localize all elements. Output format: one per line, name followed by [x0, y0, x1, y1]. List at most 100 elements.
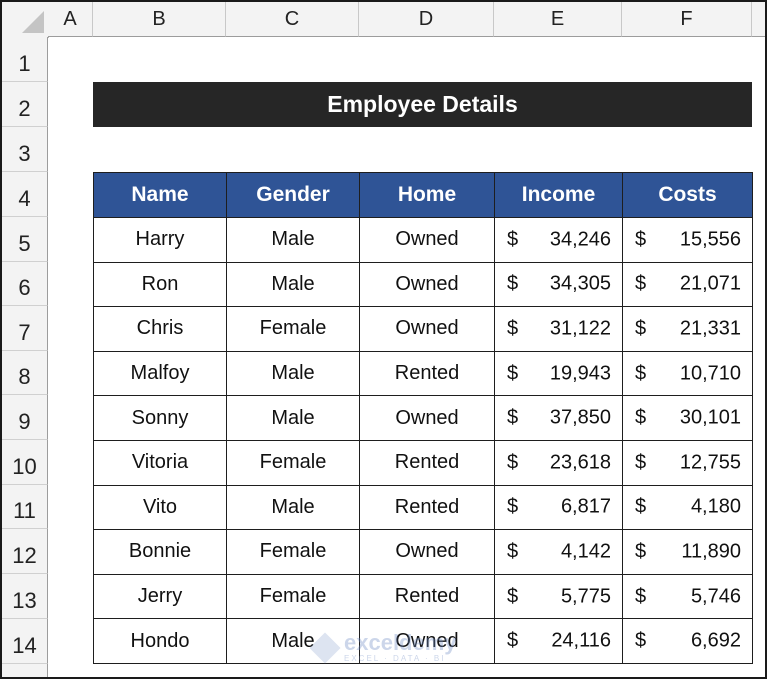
column-header-f[interactable]: F — [622, 2, 752, 37]
row-header-8[interactable]: 8 — [2, 351, 48, 395]
row-header-12[interactable]: 12 — [2, 529, 48, 574]
column-header-e[interactable]: E — [494, 2, 622, 37]
table-row: Sonny Male Owned $37,850 $30,101 — [93, 395, 753, 441]
cell-costs[interactable]: $10,710 — [622, 350, 753, 397]
row-header-13[interactable]: 13 — [2, 574, 48, 619]
row-header-1[interactable]: 1 — [2, 37, 48, 82]
table-row: Ron Male Owned $34,305 $21,071 — [93, 261, 753, 308]
currency-symbol: $ — [635, 362, 647, 385]
cell-home[interactable]: Rented — [359, 350, 495, 397]
cell-gender[interactable]: Male — [226, 484, 360, 531]
cell-name[interactable]: Bonnie — [93, 529, 227, 575]
amount-costs: 11,890 — [681, 540, 741, 563]
cell-costs[interactable]: $12,755 — [622, 439, 753, 486]
cell-costs[interactable]: $5,746 — [622, 573, 753, 620]
table-row: Jerry Female Rented $5,775 $5,746 — [93, 573, 753, 620]
cell-home[interactable]: Owned — [359, 618, 495, 664]
cell-income[interactable]: $34,305 — [494, 261, 623, 308]
cell-name[interactable]: Jerry — [93, 573, 227, 620]
row-header-14[interactable]: 14 — [2, 619, 48, 664]
row-header-4[interactable]: 4 — [2, 172, 48, 217]
cell-name[interactable]: Hondo — [93, 618, 227, 664]
cell-name[interactable]: Vitoria — [93, 439, 227, 486]
header-gender[interactable]: Gender — [226, 172, 360, 218]
currency-symbol: $ — [635, 451, 647, 474]
cell-income[interactable]: $19,943 — [494, 350, 623, 397]
cell-home[interactable]: Owned — [359, 306, 495, 352]
cell-gender[interactable]: Male — [226, 618, 360, 664]
row-header-9[interactable]: 9 — [2, 395, 48, 440]
header-home[interactable]: Home — [359, 172, 495, 218]
column-header-c[interactable]: C — [226, 2, 359, 37]
cell-costs[interactable]: $21,071 — [622, 261, 753, 308]
amount-costs: 4,180 — [690, 495, 741, 518]
cell-name[interactable]: Harry — [93, 217, 227, 263]
amount-costs: 5,746 — [690, 585, 741, 608]
currency-symbol: $ — [507, 362, 519, 385]
select-all-button[interactable] — [2, 2, 49, 38]
row-header-10[interactable]: 10 — [2, 440, 48, 485]
table-row: Harry Male Owned $34,246 $15,556 — [93, 217, 753, 263]
cell-income[interactable]: $24,116 — [494, 618, 623, 664]
cell-name[interactable]: Chris — [93, 306, 227, 352]
cell-costs[interactable]: $21,331 — [622, 306, 753, 352]
row-header-6[interactable]: 6 — [2, 262, 48, 306]
cell-home[interactable]: Owned — [359, 395, 495, 441]
row-header-11[interactable]: 11 — [2, 485, 48, 529]
cell-gender[interactable]: Male — [226, 350, 360, 397]
cell-income[interactable]: $34,246 — [494, 217, 623, 263]
table-header-row: Name Gender Home Income Costs — [93, 172, 753, 218]
cell-income[interactable]: $4,142 — [494, 529, 623, 575]
row-header-5[interactable]: 5 — [2, 217, 48, 262]
amount-income: 5,775 — [560, 585, 611, 608]
cell-gender[interactable]: Female — [226, 439, 360, 486]
header-costs[interactable]: Costs — [622, 172, 753, 218]
amount-income: 34,305 — [549, 272, 611, 295]
cell-home[interactable]: Owned — [359, 529, 495, 575]
currency-symbol: $ — [507, 317, 519, 340]
cell-home[interactable]: Rented — [359, 573, 495, 620]
sheet-title[interactable]: Employee Details — [93, 82, 752, 127]
row-header-3[interactable]: 3 — [2, 127, 48, 172]
column-header-d[interactable]: D — [359, 2, 494, 37]
cell-name[interactable]: Sonny — [93, 395, 227, 441]
currency-symbol: $ — [635, 629, 647, 652]
cell-gender[interactable]: Female — [226, 529, 360, 575]
cell-income[interactable]: $5,775 — [494, 573, 623, 620]
amount-costs: 21,331 — [679, 317, 741, 340]
cell-costs[interactable]: $15,556 — [622, 217, 753, 263]
cell-name[interactable]: Vito — [93, 484, 227, 531]
cell-gender[interactable]: Male — [226, 395, 360, 441]
cell-gender[interactable]: Female — [226, 306, 360, 352]
row-header-7[interactable]: 7 — [2, 306, 48, 351]
cell-income[interactable]: $31,122 — [494, 306, 623, 352]
cell-home[interactable]: Rented — [359, 484, 495, 531]
amount-costs: 12,755 — [679, 451, 741, 474]
cell-income[interactable]: $37,850 — [494, 395, 623, 441]
row-header-15-partial[interactable] — [2, 664, 48, 677]
currency-symbol: $ — [507, 585, 519, 608]
amount-income: 24,116 — [551, 629, 611, 652]
cell-costs[interactable]: $4,180 — [622, 484, 753, 531]
column-header-a[interactable]: A — [48, 2, 93, 37]
header-income[interactable]: Income — [494, 172, 623, 218]
column-header-b[interactable]: B — [93, 2, 226, 37]
row-header-2[interactable]: 2 — [2, 82, 48, 127]
employee-table: Name Gender Home Income Costs Harry Male O… — [93, 172, 753, 664]
amount-income: 4,142 — [560, 540, 611, 563]
cell-name[interactable]: Ron — [93, 261, 227, 308]
cell-costs[interactable]: $30,101 — [622, 395, 753, 441]
column-header-g-partial[interactable] — [752, 2, 765, 37]
cell-name[interactable]: Malfoy — [93, 350, 227, 397]
cell-home[interactable]: Owned — [359, 261, 495, 308]
cell-costs[interactable]: $11,890 — [622, 529, 753, 575]
cell-home[interactable]: Owned — [359, 217, 495, 263]
header-name[interactable]: Name — [93, 172, 227, 218]
cell-home[interactable]: Rented — [359, 439, 495, 486]
cell-gender[interactable]: Female — [226, 573, 360, 620]
cell-income[interactable]: $23,618 — [494, 439, 623, 486]
cell-gender[interactable]: Male — [226, 261, 360, 308]
cell-gender[interactable]: Male — [226, 217, 360, 263]
cell-costs[interactable]: $6,692 — [622, 618, 753, 664]
cell-income[interactable]: $6,817 — [494, 484, 623, 531]
